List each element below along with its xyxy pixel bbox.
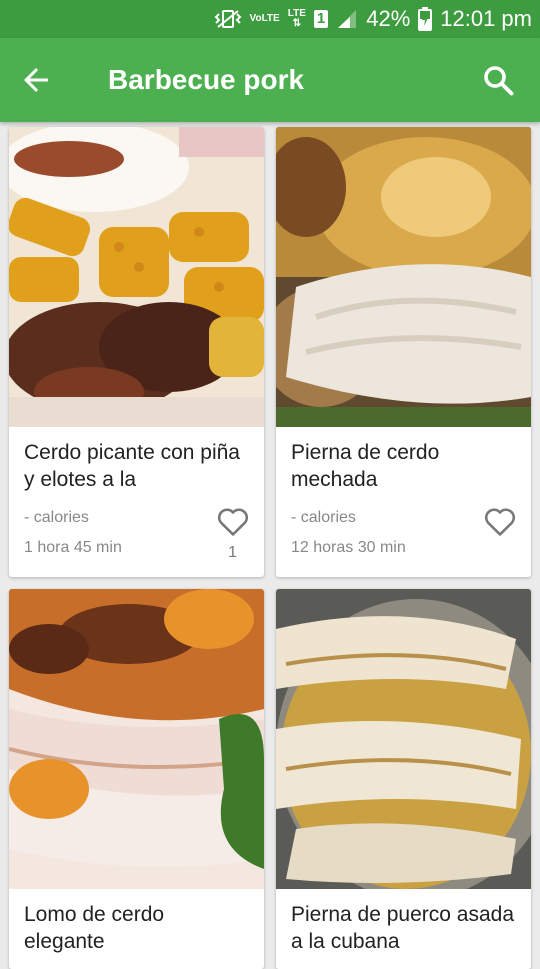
recipe-card[interactable]: Pierna de cerdo mechada - calories 12 ho… xyxy=(276,127,531,577)
clock: 12:01 pm xyxy=(440,6,532,31)
lte-indicator: LTE ⇅ xyxy=(287,8,306,29)
recipe-title: Lomo de cerdo elegante xyxy=(24,903,165,953)
page-title: Barbecue pork xyxy=(108,64,305,95)
recipe-time: 1 hora 45 min xyxy=(24,539,122,556)
recipe-photo xyxy=(9,127,264,427)
status-icons: VoLTE LTE ⇅ 1 42% 12:01 pm xyxy=(214,0,532,38)
recipe-title: Pierna de puerco asada a la cubana xyxy=(291,903,514,953)
search-icon[interactable] xyxy=(480,62,516,98)
volte-indicator: VoLTE xyxy=(249,13,280,24)
recipe-photo xyxy=(276,589,531,889)
recipe-photo xyxy=(9,589,264,889)
arrow-back-icon[interactable] xyxy=(18,62,54,98)
heart-icon[interactable] xyxy=(216,505,250,537)
recipe-card[interactable]: Cerdo picante con piña y elotes a la - c… xyxy=(9,127,264,577)
heart-icon[interactable] xyxy=(483,505,517,537)
recipe-title: Cerdo picante con piña y elotes a la xyxy=(24,441,240,491)
signal-icon xyxy=(338,10,357,28)
status-bar: VoLTE LTE ⇅ 1 42% 12:01 pm xyxy=(0,0,540,38)
vibrate-icon xyxy=(214,10,241,28)
recipe-card[interactable]: Lomo de cerdo elegante xyxy=(9,589,264,969)
recipe-calories: - calories xyxy=(291,509,356,526)
recipe-card[interactable]: Pierna de puerco asada a la cubana xyxy=(276,589,531,969)
sim-slot-badge: 1 xyxy=(313,10,329,28)
recipe-photo xyxy=(276,127,531,427)
recipe-time: 12 horas 30 min xyxy=(291,539,406,556)
recipe-title: Pierna de cerdo mechada xyxy=(291,441,440,491)
like-count: 1 xyxy=(228,544,237,561)
app-bar: Barbecue pork xyxy=(0,38,540,122)
battery-percent: 42% xyxy=(366,6,411,31)
recipe-calories: - calories xyxy=(24,509,89,526)
battery-charging-icon xyxy=(418,7,433,31)
